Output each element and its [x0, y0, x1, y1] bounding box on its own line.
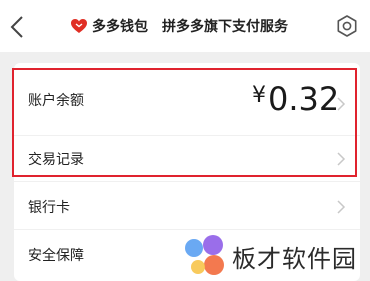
page-title: 多多钱包 拼多多旗下支付服务	[70, 14, 288, 38]
chevron-right-icon	[337, 200, 346, 214]
menu-item-label: 安全保障	[28, 248, 84, 264]
watermark-logo-icon	[185, 235, 224, 275]
currency-symbol: ¥	[252, 83, 266, 108]
title-brand: 多多钱包	[92, 19, 148, 35]
balance-value: 0.32	[268, 80, 340, 118]
top-nav-bar: 多多钱包 拼多多旗下支付服务	[0, 0, 370, 52]
chevron-right-icon	[337, 152, 346, 166]
watermark: 板才软件园	[180, 232, 370, 280]
menu-item-label: 银行卡	[28, 200, 70, 216]
menu-item-bank-cards[interactable]: 银行卡	[14, 184, 360, 230]
menu-item-label: 交易记录	[28, 152, 84, 168]
title-subtitle: 拼多多旗下支付服务	[162, 19, 288, 35]
menu-item-transactions[interactable]: 交易记录	[14, 136, 360, 182]
wallet-heart-icon	[71, 19, 87, 33]
chevron-right-icon	[337, 97, 346, 111]
balance-amount: ¥0.32	[252, 80, 339, 118]
balance-label: 账户余额	[28, 93, 84, 109]
watermark-text: 板才软件园	[232, 245, 357, 273]
account-balance-row[interactable]: 账户余额 ¥0.32	[14, 72, 360, 136]
settings-gear-icon[interactable]	[334, 13, 360, 39]
back-arrow-icon[interactable]	[8, 12, 28, 42]
